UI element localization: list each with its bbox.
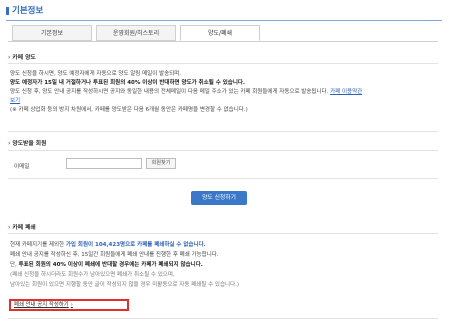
transfer-line-3: 양도 신청 후, 양도 안내 공지를 작성하시면 공지와 동일한 내용의 전체메… — [10, 89, 363, 95]
title-divider — [6, 20, 442, 21]
section-arrow-icon: › — [8, 55, 11, 61]
title-marker-icon — [6, 7, 9, 15]
section-arrow-icon: › — [8, 225, 11, 231]
find-member-button[interactable]: 회원찾기 — [146, 158, 176, 169]
close-divider — [8, 233, 438, 234]
section-arrow-icon: › — [8, 141, 11, 147]
close-line-3: 단, 투표된 회원의 40% 이상이 폐쇄에 반대할 경우에는 카페가 폐쇄되지… — [10, 262, 203, 268]
transfer-heading: › 카페 양도 — [8, 55, 36, 61]
tab-bar: 기본정보 운영회원/히스토리 양도/폐쇄 — [8, 25, 438, 42]
recipient-divider — [8, 150, 438, 151]
tab-basic-info[interactable]: 기본정보 — [12, 25, 92, 41]
terms-link[interactable]: 카페 이용약관 — [330, 89, 362, 95]
transfer-line-1: 양도 신청을 하시면, 양도 예정자에게 자동으로 양도 알림 메일이 발송되며… — [10, 71, 182, 77]
transfer-line-4: 보기 — [10, 97, 20, 105]
close-line-2: 폐쇄 안내 공지를 작성하신 후, 15일간 회원들에게 폐쇄 안내를 진행한 … — [10, 252, 219, 258]
transfer-bottom-divider — [8, 131, 438, 132]
close-line-5: 남아있는 회원이 있으면 지행할 동안 글이 작성되지 않을 경우 미활동으로 … — [10, 282, 240, 288]
close-bottom-divider — [8, 318, 438, 319]
tab-transfer-close[interactable]: 양도/폐쇄 — [180, 25, 260, 41]
close-heading: › 카페 폐쇄 — [8, 225, 36, 231]
tab-divider — [8, 41, 438, 42]
email-field[interactable] — [66, 158, 142, 169]
recipient-heading: › 양도받을 회원 — [8, 141, 47, 147]
tab-operators-history[interactable]: 운영회원/히스토리 — [96, 25, 176, 41]
page-title: 기본정보 — [12, 6, 44, 16]
close-line-4: (폐쇄 신청을 하시더라도 회원수가 남아있으면 폐쇄가 취소될 수 있으며, — [10, 272, 175, 278]
transfer-divider — [8, 63, 438, 64]
terms-view-link[interactable]: 보기 — [10, 98, 20, 104]
chevron-right-icon: › — [70, 302, 73, 308]
transfer-note: (※ 카페 상업화 등의 방지 차원에서, 카페를 양도받은 다음 6개월 동안… — [10, 107, 248, 113]
form-bottom-divider — [8, 178, 438, 179]
close-guide-link[interactable]: 폐쇄 안내 공지 작성하기 › — [9, 299, 129, 311]
email-label: 이메일 — [14, 164, 30, 170]
close-line-1: 현재 카페지기를 제외한 가입 회원이 104,423명으로 카페를 폐쇄하실 … — [10, 242, 206, 248]
transfer-request-button[interactable]: 양도 신청하기 — [191, 191, 247, 205]
page-title-bar: 기본정보 — [6, 3, 442, 19]
transfer-line-2: 양도 예정자가 15일 내 거절하거나 투표된 회원의 40% 이상이 반대하면… — [10, 80, 246, 86]
